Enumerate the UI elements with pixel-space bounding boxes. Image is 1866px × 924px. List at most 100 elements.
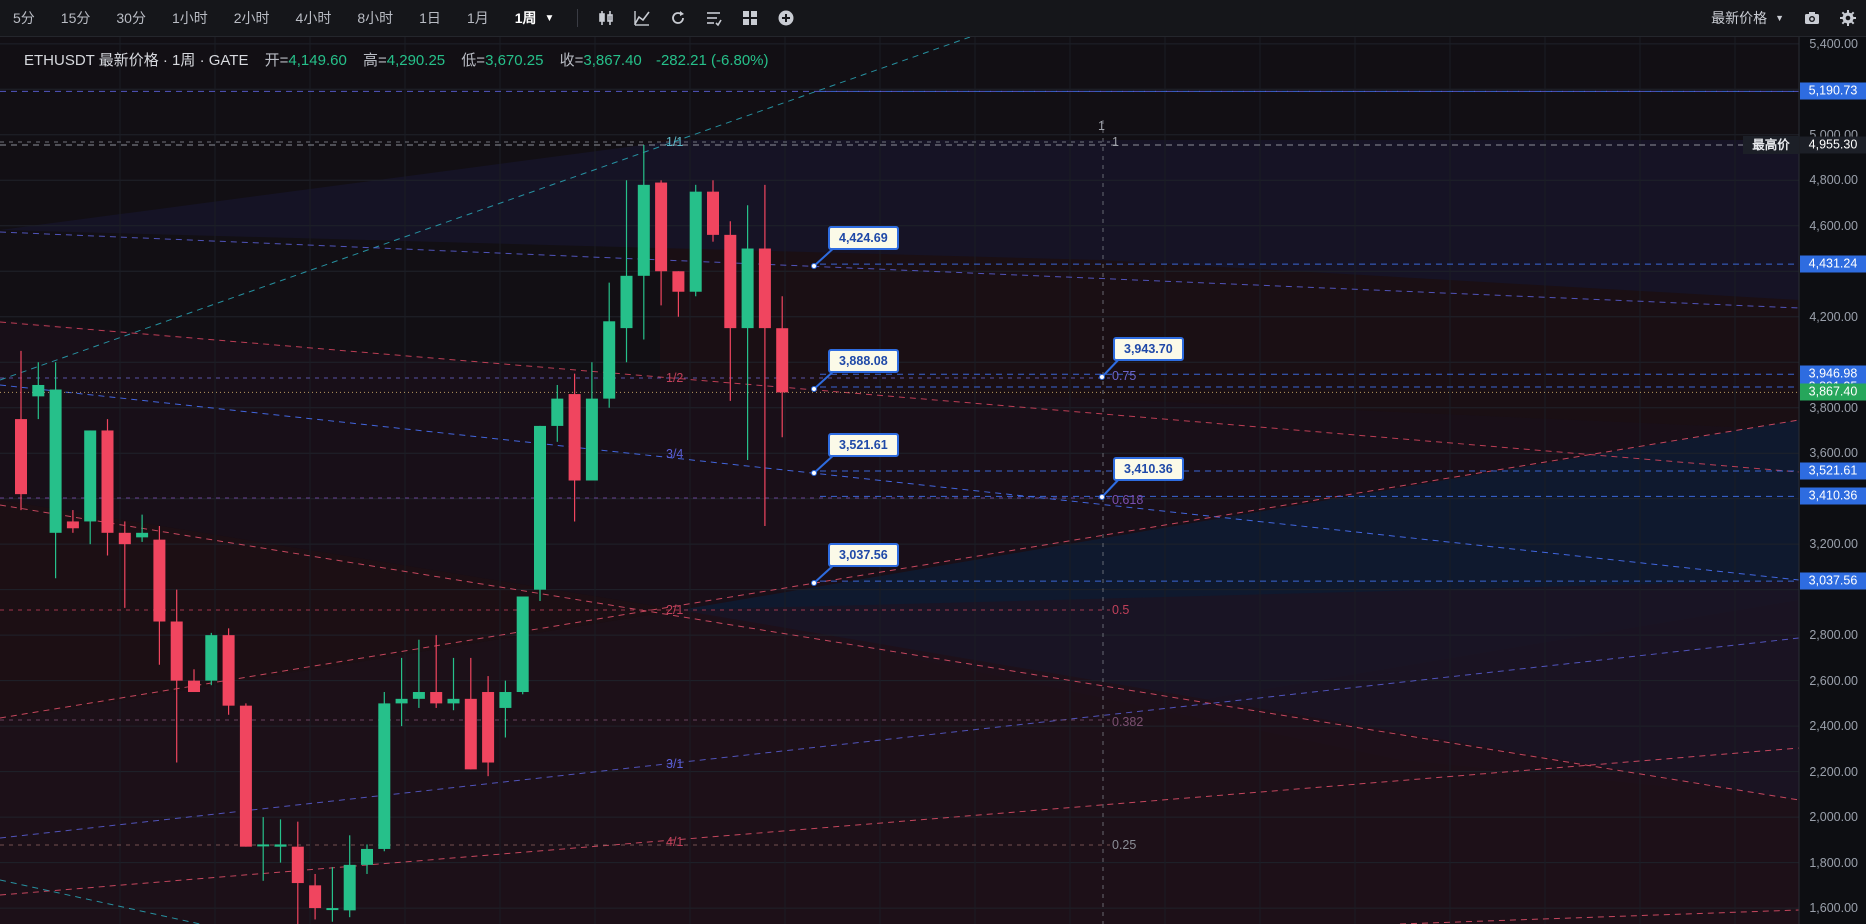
timeframe-7[interactable]: 1日 xyxy=(406,0,454,36)
fib-top-marker: 1 xyxy=(1098,119,1105,133)
callout-anchor xyxy=(811,386,817,392)
candle-body xyxy=(239,705,252,847)
price-callout[interactable]: 4,424.69 xyxy=(828,226,899,250)
fib-level-label: 0.618 xyxy=(1112,493,1143,507)
candle-body xyxy=(689,191,702,292)
add-icon[interactable] xyxy=(768,0,804,36)
drawing-list-icon[interactable] xyxy=(696,0,732,36)
symbol-title: ETHUSDT 最新价格 · 1周 · GATE xyxy=(24,52,249,69)
timeframe-4[interactable]: 2小时 xyxy=(221,0,283,36)
axis-tick-label: 2,400.00 xyxy=(1809,719,1858,734)
chart-toolbar: 5分 15分 30分 1小时 2小时 4小时 8小时 1日 1月 1周 ▼ 最新价格 ▼ xyxy=(0,0,1866,37)
candle-body xyxy=(291,846,304,884)
candle-body xyxy=(395,698,408,704)
open-value: 4,149.60 xyxy=(288,52,347,69)
toolbar-right: 最新价格 ▼ xyxy=(1701,0,1866,36)
candle-type-icon[interactable] xyxy=(588,0,624,36)
candle-body xyxy=(655,182,668,272)
timeframe-2[interactable]: 30分 xyxy=(103,0,159,36)
axis-tick-label: 4,200.00 xyxy=(1809,309,1858,324)
timeframe-group: 5分 15分 30分 1小时 2小时 4小时 8小时 1日 1月 1周 ▼ xyxy=(0,0,567,36)
candle-body xyxy=(568,394,581,481)
timeframe-label: 4小时 xyxy=(295,10,332,26)
settings-icon[interactable] xyxy=(1830,0,1866,36)
candle-body xyxy=(758,248,771,329)
candle-body xyxy=(499,692,512,708)
candle-body xyxy=(516,596,529,693)
axis-tick-label: 3,200.00 xyxy=(1809,537,1858,552)
timeframe-8[interactable]: 1月 xyxy=(454,0,502,36)
candle-body xyxy=(66,521,79,529)
callout-anchor xyxy=(811,263,817,269)
axis-tick-label: 2,800.00 xyxy=(1809,628,1858,643)
candle-body xyxy=(361,848,373,865)
close-label: 收= xyxy=(559,52,584,69)
candle-body xyxy=(101,430,114,533)
timeframe-0[interactable]: 5分 xyxy=(0,0,48,36)
timeframe-label: 1月 xyxy=(466,10,489,26)
callout-anchor xyxy=(811,580,817,586)
timeframe-9[interactable]: 1周 ▼ xyxy=(502,0,568,36)
gann-fan-label: 4/1 xyxy=(666,835,683,849)
price-chart[interactable]: 1/1 1/2 3/4 2/1 3/1 4/1 1 0.75 0.618 0.5 0.382 0.25… xyxy=(0,37,1866,924)
price-type-dropdown[interactable]: 最新价格 ▼ xyxy=(1701,8,1794,28)
price-callout[interactable]: 3,410.36 xyxy=(1113,457,1184,481)
fib-level-label: 0.25 xyxy=(1112,838,1136,852)
candle-body xyxy=(430,692,443,704)
fib-level-label: 0.382 xyxy=(1112,715,1143,729)
candle-body xyxy=(153,539,166,622)
price-callout[interactable]: 3,888.08 xyxy=(828,349,899,373)
price-axis[interactable]: 5,400.00 5,000.00 4,800.00 4,600.00 4,200.00… xyxy=(1799,37,1866,924)
candle-body xyxy=(257,844,270,847)
gann-fan-label: 3/1 xyxy=(666,757,683,771)
timeframe-label: 1小时 xyxy=(171,10,208,26)
high-label: 高= xyxy=(362,52,387,69)
layout-icon[interactable] xyxy=(732,0,768,36)
candle-body xyxy=(205,635,218,681)
fib-level-label: 1 xyxy=(1112,135,1119,149)
price-callout[interactable]: 3,037.56 xyxy=(828,543,899,567)
timeframe-label: 30分 xyxy=(116,10,146,26)
low-label: 低= xyxy=(461,52,486,69)
candle-body xyxy=(118,532,131,545)
candle-body xyxy=(136,532,149,538)
axis-tick-label: 4,800.00 xyxy=(1809,173,1858,188)
timeframe-label: 1日 xyxy=(419,10,441,26)
timeframe-3[interactable]: 1小时 xyxy=(159,0,221,36)
candle-body xyxy=(49,389,62,533)
gann-fan-label: 2/1 xyxy=(666,603,683,617)
gann-fan-label: 3/4 xyxy=(666,447,683,461)
candle-body xyxy=(464,698,477,770)
candle-body xyxy=(620,275,633,329)
candle-body xyxy=(274,844,287,847)
price-tag: 3,037.56 xyxy=(1800,572,1866,590)
timeframe-label: 5分 xyxy=(13,10,35,26)
candle-body xyxy=(447,698,460,704)
candle-body xyxy=(378,703,391,849)
price-tag: 4,955.30 xyxy=(1800,136,1866,154)
timeframe-1[interactable]: 15分 xyxy=(48,0,104,36)
price-tag: 3,867.40 xyxy=(1800,383,1866,401)
gann-fan-label: 1/2 xyxy=(666,371,683,385)
axis-tick-label: 2,600.00 xyxy=(1809,673,1858,688)
timeframe-6[interactable]: 8小时 xyxy=(344,0,406,36)
callout-anchor xyxy=(1099,494,1105,500)
candle-body xyxy=(170,621,183,681)
axis-tick-label: 3,600.00 xyxy=(1809,446,1858,461)
timeframe-5[interactable]: 4小时 xyxy=(283,0,345,36)
price-tag: 4,431.24 xyxy=(1800,255,1866,273)
chevron-down-icon: ▼ xyxy=(1775,13,1784,23)
price-callout[interactable]: 3,521.61 xyxy=(828,433,899,457)
candle-body xyxy=(15,419,27,495)
candle-body xyxy=(534,425,546,590)
camera-icon[interactable] xyxy=(1794,0,1830,36)
candle-body xyxy=(707,191,719,235)
close-value: 3,867.40 xyxy=(583,52,642,69)
candle-body xyxy=(309,885,322,909)
indicators-icon[interactable] xyxy=(624,0,660,36)
replay-icon[interactable] xyxy=(660,0,696,36)
callout-anchor xyxy=(1099,374,1105,380)
price-callout[interactable]: 3,943.70 xyxy=(1113,337,1184,361)
candle-body xyxy=(551,398,564,426)
candle-body xyxy=(724,234,737,329)
